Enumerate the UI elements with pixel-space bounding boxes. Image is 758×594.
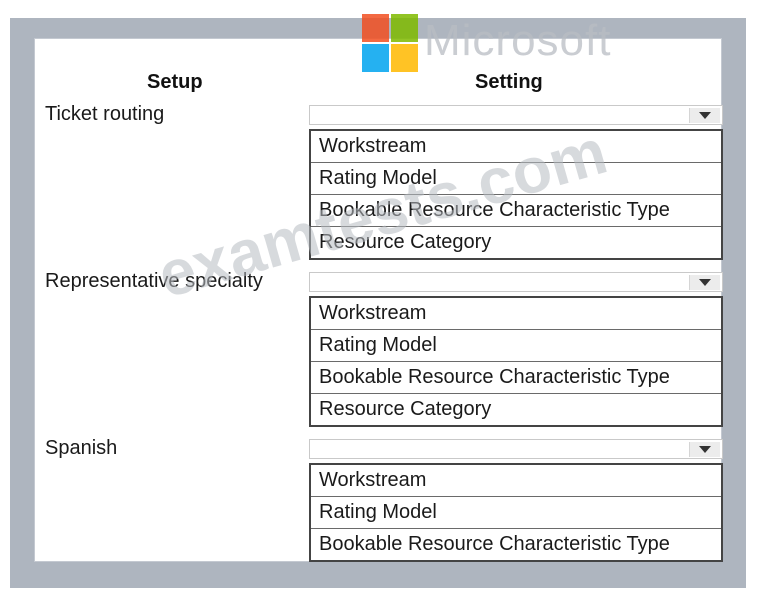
ticket-routing-options: Workstream Rating Model Bookable Resourc… — [309, 129, 723, 260]
option-resource-category[interactable]: Resource Category — [311, 226, 721, 258]
option-workstream[interactable]: Workstream — [311, 298, 721, 329]
option-workstream[interactable]: Workstream — [311, 131, 721, 162]
dropdown-button[interactable] — [689, 442, 720, 457]
microsoft-watermark: Microsoft — [424, 16, 612, 65]
option-bookable-resource-characteristic-type[interactable]: Bookable Resource Characteristic Type — [311, 528, 721, 560]
option-bookable-resource-characteristic-type[interactable]: Bookable Resource Characteristic Type — [311, 194, 721, 226]
option-rating-model[interactable]: Rating Model — [311, 162, 721, 194]
answer-panel: Setup Setting Ticket routing Workstream … — [34, 38, 723, 562]
spanish-options: Workstream Rating Model Bookable Resourc… — [309, 463, 723, 562]
dropdown-button[interactable] — [689, 275, 720, 290]
logo-square-yellow — [391, 44, 418, 72]
logo-square-blue — [362, 44, 389, 72]
row-label-spanish: Spanish — [45, 437, 118, 459]
row-label-ticket-routing: Ticket routing — [45, 103, 165, 125]
chevron-down-icon — [699, 446, 711, 453]
option-workstream[interactable]: Workstream — [311, 465, 721, 496]
row-label-representative-specialty: Representative specialty — [45, 270, 263, 292]
exhibit-frame: Setup Setting Ticket routing Workstream … — [10, 18, 746, 588]
option-bookable-resource-characteristic-type[interactable]: Bookable Resource Characteristic Type — [311, 361, 721, 393]
option-rating-model[interactable]: Rating Model — [311, 496, 721, 528]
chevron-down-icon — [699, 279, 711, 286]
setup-column-header: Setup — [147, 71, 203, 93]
option-rating-model[interactable]: Rating Model — [311, 329, 721, 361]
ticket-routing-select[interactable] — [309, 105, 723, 125]
option-resource-category[interactable]: Resource Category — [311, 393, 721, 425]
chevron-down-icon — [699, 112, 711, 119]
microsoft-logo-icon — [362, 14, 418, 72]
spanish-select[interactable] — [309, 439, 723, 459]
representative-specialty-options: Workstream Rating Model Bookable Resourc… — [309, 296, 723, 427]
dropdown-button[interactable] — [689, 108, 720, 123]
logo-square-red — [362, 14, 389, 42]
setting-column-header: Setting — [475, 71, 543, 93]
representative-specialty-select[interactable] — [309, 272, 723, 292]
logo-square-green — [391, 14, 418, 42]
